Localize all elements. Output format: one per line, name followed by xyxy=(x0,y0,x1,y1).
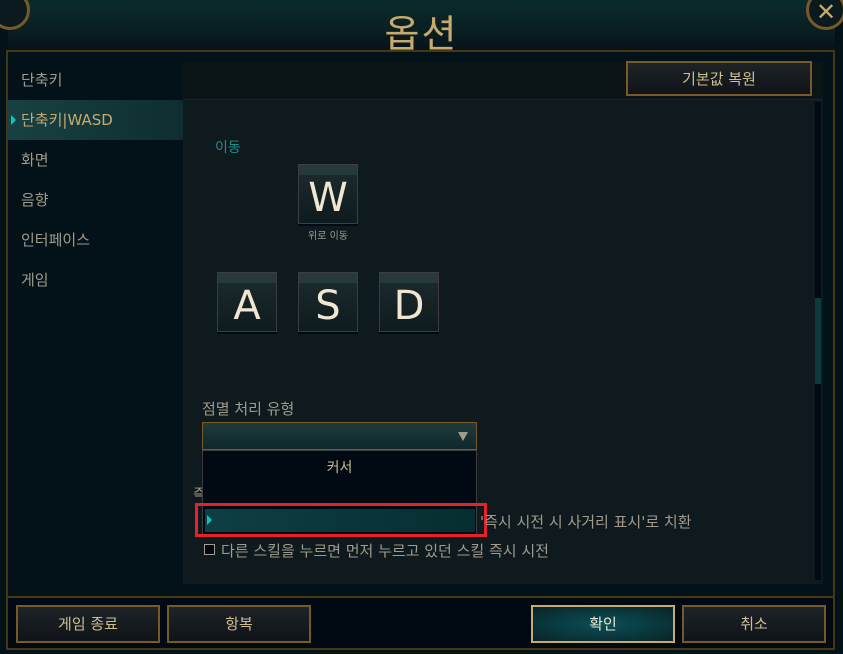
ok-button[interactable]: 확인 xyxy=(531,605,675,643)
options-window: 옵션 ✕ 단축키 단축키|WASD 화면 음향 인터페이스 게임 기본값 복원 … xyxy=(0,0,843,654)
sidebar-item-label: 음향 xyxy=(21,191,49,209)
sidebar-item-label: 게임 xyxy=(21,271,49,289)
sidebar-item-video[interactable]: 화면 xyxy=(8,140,183,180)
frame-border-bottom xyxy=(6,648,835,650)
target-type-label: 점멸 처리 유형 xyxy=(202,400,295,418)
quickcast-override-checkbox[interactable] xyxy=(204,544,215,555)
quickcast-override-label: 다른 스킬을 누르면 먼저 누르고 있던 스킬 즉시 시전 xyxy=(221,542,549,560)
sidebar-item-game[interactable]: 게임 xyxy=(8,260,183,300)
sidebar-item-label: 인터페이스 xyxy=(21,231,91,249)
highlight-box xyxy=(195,503,487,537)
scrollbar-thumb[interactable] xyxy=(815,298,821,384)
sidebar-item-interface[interactable]: 인터페이스 xyxy=(8,220,183,260)
key-d-button[interactable]: D xyxy=(379,272,439,332)
option-quickcast-range-label: '즉시 시전 시 사거리 표시'로 치환 xyxy=(480,513,692,531)
sidebar: 단축키 단축키|WASD 화면 음향 인터페이스 게임 xyxy=(8,60,183,300)
sidebar-item-hotkeys[interactable]: 단축키 xyxy=(8,60,183,100)
movement-label: 이동 xyxy=(215,140,241,156)
key-s-button[interactable]: S xyxy=(298,272,358,332)
sidebar-item-label: 화면 xyxy=(21,151,49,169)
sidebar-item-label: 단축키 xyxy=(21,71,63,89)
target-type-dropdown[interactable] xyxy=(202,422,477,450)
key-w-button[interactable]: W xyxy=(298,164,358,224)
cancel-button[interactable]: 취소 xyxy=(682,605,826,643)
sidebar-item-label: 단축키|WASD xyxy=(21,111,113,129)
chevron-down-icon xyxy=(458,432,468,441)
surrender-button[interactable]: 항복 xyxy=(167,605,311,643)
restore-defaults-button[interactable]: 기본값 복원 xyxy=(626,61,812,96)
key-w-caption: 위로 이동 xyxy=(308,231,348,242)
key-a-button[interactable]: A xyxy=(217,272,277,332)
dropdown-option-cursor[interactable]: 커서 xyxy=(203,457,476,477)
window-title: 옵션 xyxy=(384,12,459,56)
exit-game-button[interactable]: 게임 종료 xyxy=(16,605,160,643)
sidebar-item-hotkeys-wasd[interactable]: 단축키|WASD xyxy=(8,100,183,140)
sidebar-item-sound[interactable]: 음향 xyxy=(8,180,183,220)
frame-border-right xyxy=(833,50,835,650)
